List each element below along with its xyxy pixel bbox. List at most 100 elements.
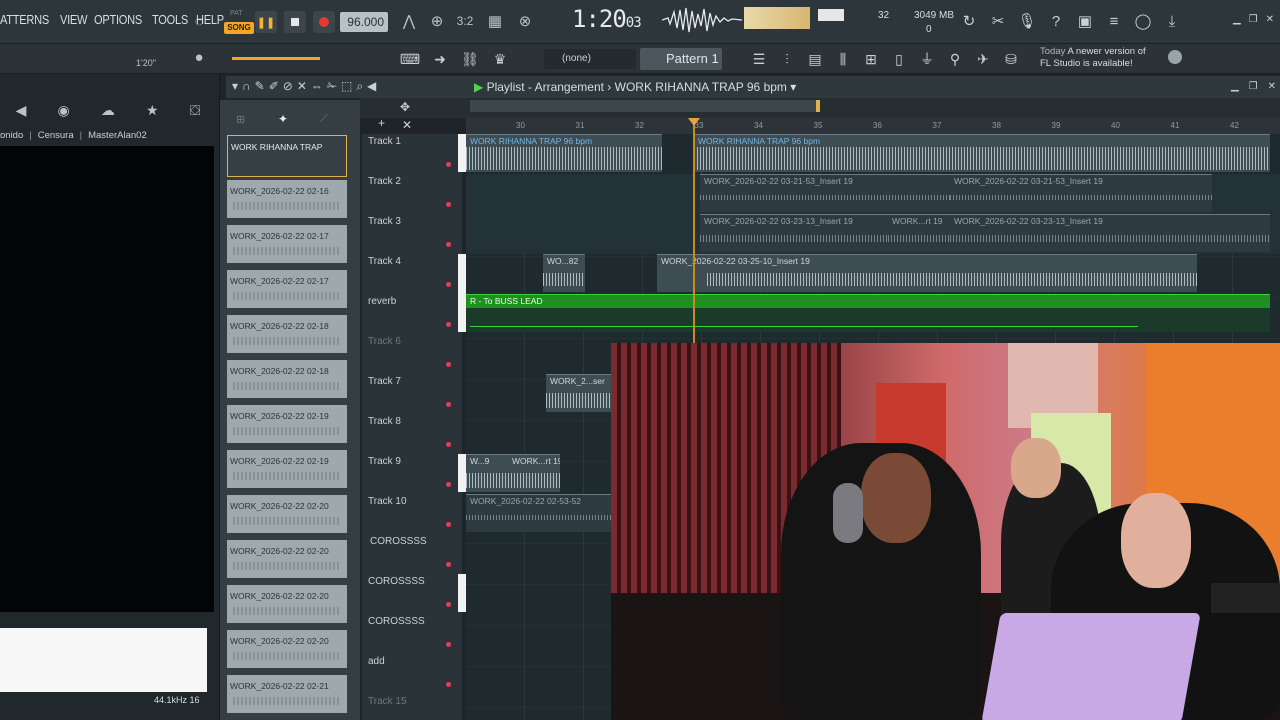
slice-icon[interactable]: ✁: [327, 79, 337, 94]
audio-clip[interactable]: WORK_2...ser: [546, 374, 612, 412]
track-led[interactable]: [446, 522, 451, 527]
chat-icon[interactable]: ◯: [1132, 10, 1154, 32]
file-icon[interactable]: ▯: [888, 48, 910, 70]
basket-icon[interactable]: ⛋: [190, 102, 201, 119]
stop-button[interactable]: [284, 11, 306, 33]
tempo-display[interactable]: 96.000: [340, 12, 388, 32]
track-led[interactable]: [446, 322, 451, 327]
audio-clip[interactable]: WORK_2026-02-22 03-21-53_Insert 19: [950, 174, 1212, 212]
automation-clip[interactable]: R - To BUSS LEAD: [466, 294, 1270, 308]
audio-clip[interactable]: WORK RIHANNA TRAP 96 bpm: [694, 134, 1270, 172]
mixer-icon[interactable]: ≡: [1103, 10, 1125, 32]
menu-patterns[interactable]: ATTERNS: [0, 12, 49, 27]
loop-record-icon[interactable]: ⊗: [514, 10, 536, 32]
audio-clip[interactable]: WORK...rt 19: [888, 214, 950, 252]
track-name[interactable]: Track 10: [368, 496, 407, 507]
picker-clip[interactable]: WORK_2026-02-22 02-17: [227, 225, 347, 263]
track-led[interactable]: [446, 442, 451, 447]
shop-icon[interactable]: ⛁: [1000, 48, 1022, 70]
audio-clip[interactable]: WORK_2026-02-22 03-23-13_Insert 19: [700, 214, 888, 252]
track-led[interactable]: [446, 682, 451, 687]
track-name[interactable]: Track 9: [368, 456, 401, 467]
track-led[interactable]: [446, 362, 451, 367]
star-icon[interactable]: ★: [146, 102, 159, 119]
picker-clip[interactable]: WORK_2026-02-22 02-19: [227, 405, 347, 443]
playhead-marker[interactable]: [688, 118, 700, 126]
microphone-icon[interactable]: 🎙: [1016, 10, 1038, 32]
track-name[interactable]: Track 8: [368, 416, 401, 427]
tag-icon[interactable]: ◉: [58, 102, 70, 119]
audio-clip[interactable]: WORK_2026-02-22 03-25-10_Insert 19: [657, 254, 1197, 292]
tools-icon[interactable]: ✂: [987, 10, 1009, 32]
undo-icon[interactable]: ↻: [958, 10, 980, 32]
song-pattern-toggle[interactable]: PAT SONG: [224, 8, 254, 36]
audio-clip[interactable]: WORK_2026-02-22 02-53-52: [466, 494, 612, 532]
master-pitch-knob[interactable]: ●: [188, 46, 210, 68]
pl-restore-icon[interactable]: ❐: [1249, 81, 1258, 92]
pattern-select[interactable]: Pattern 1: [640, 48, 722, 70]
track-led[interactable]: [446, 242, 451, 247]
browser-tab-1[interactable]: onido: [0, 130, 23, 144]
piano-roll-icon[interactable]: ⫶: [776, 48, 798, 70]
picker-clip[interactable]: WORK_2026-02-22 02-20: [227, 540, 347, 578]
keyboard-icon[interactable]: ⌨: [398, 48, 422, 70]
horizontal-scrollbar[interactable]: [470, 100, 820, 112]
paint-icon[interactable]: ✐: [269, 79, 279, 94]
track-led[interactable]: [446, 282, 451, 287]
audio-clip[interactable]: W...9: [466, 454, 508, 492]
track-name[interactable]: COROSSSS: [368, 616, 425, 627]
picker-clip[interactable]: WORK_2026-02-22 02-20: [227, 585, 347, 623]
track-name[interactable]: Track 7: [368, 376, 401, 387]
globe-icon[interactable]: [1168, 50, 1182, 64]
speaker-icon[interactable]: ◀: [16, 102, 27, 119]
cut-icon[interactable]: ✈: [972, 48, 994, 70]
track-led[interactable]: [446, 402, 451, 407]
track-name[interactable]: COROSSSS: [368, 576, 425, 587]
zoom-icon[interactable]: ⌕: [356, 79, 363, 94]
track-name[interactable]: Track 3: [368, 216, 401, 227]
step-edit-icon[interactable]: ▦: [484, 10, 506, 32]
picker-audio-icon[interactable]: ✦: [278, 112, 288, 126]
audio-clip[interactable]: WORK RIHANNA TRAP 96 bpm: [466, 134, 662, 172]
stamp-icon[interactable]: ♛: [488, 48, 512, 70]
channel-rack-icon[interactable]: ▤: [804, 48, 826, 70]
menu-view[interactable]: VIEW: [60, 12, 87, 27]
timeline-ruler[interactable]: 30 31 32 33 34 35 36 37 38 39 40 41 42: [466, 118, 1280, 134]
download-icon[interactable]: ⤓: [1161, 10, 1183, 32]
help-icon[interactable]: ?: [1045, 10, 1067, 32]
mute-icon[interactable]: ✕: [297, 79, 307, 94]
picker-clip[interactable]: WORK RIHANNA TRAP: [227, 135, 347, 177]
close-icon[interactable]: ✕: [1266, 14, 1274, 25]
news-panel[interactable]: Today A newer version of FL Studio is av…: [1040, 46, 1146, 70]
track-led[interactable]: [446, 482, 451, 487]
delete-icon[interactable]: ⊘: [283, 79, 293, 94]
plug-icon[interactable]: ⏚: [916, 48, 938, 70]
plugin-icon[interactable]: ⊞: [860, 48, 882, 70]
picker-clip[interactable]: WORK_2026-02-22 02-20: [227, 495, 347, 533]
magnet-icon[interactable]: ∩: [242, 79, 251, 94]
pencil-icon[interactable]: ✎: [255, 79, 265, 94]
track-led[interactable]: [446, 162, 451, 167]
restore-icon[interactable]: ❐: [1249, 14, 1258, 25]
move-icon[interactable]: ✥: [400, 100, 410, 114]
browser-tab-2[interactable]: Censura: [38, 130, 74, 144]
track-led[interactable]: [446, 642, 451, 647]
master-volume-slider[interactable]: [232, 57, 320, 60]
minimize-icon[interactable]: ▁: [1233, 14, 1241, 25]
pl-close-icon[interactable]: ✕: [1268, 81, 1276, 92]
countdown-icon[interactable]: 3:2: [454, 10, 476, 32]
track-name[interactable]: Track 4: [368, 256, 401, 267]
picker-auto-icon[interactable]: ⟋: [320, 113, 328, 126]
select-icon[interactable]: ⬚: [341, 79, 352, 94]
picker-clip[interactable]: WORK_2026-02-22 02-19: [227, 450, 347, 488]
picker-clip[interactable]: WORK_2026-02-22 02-20: [227, 630, 347, 668]
picker-clip[interactable]: WORK_2026-02-22 02-21: [227, 675, 347, 713]
time-display[interactable]: 1:2003: [572, 5, 642, 33]
browser-icon[interactable]: ⚲: [944, 48, 966, 70]
play-pause-button[interactable]: ❚❚: [255, 11, 277, 33]
track-name[interactable]: Track 6: [368, 336, 401, 347]
fl-logo-icon[interactable]: ◌: [188, 10, 210, 32]
audio-clip[interactable]: WO...82: [543, 254, 585, 292]
slip-icon[interactable]: ⇔: [311, 79, 323, 94]
picker-clip[interactable]: WORK_2026-02-22 02-18: [227, 360, 347, 398]
